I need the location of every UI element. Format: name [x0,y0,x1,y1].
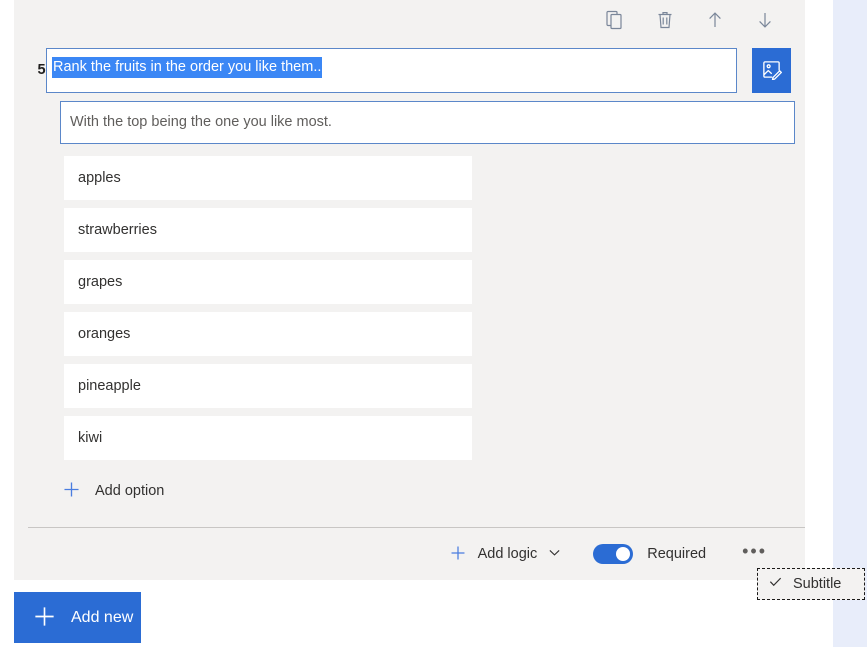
add-logic-button[interactable]: Add logic [449,544,562,565]
plus-icon [62,480,81,502]
option-row[interactable]: oranges [64,312,472,356]
option-row[interactable]: apples [64,156,472,200]
option-row[interactable]: pineapple [64,364,472,408]
add-option-button[interactable]: Add option [62,480,164,502]
required-toggle-group: Required [593,544,706,564]
options-list: apples strawberries grapes oranges pinea… [64,156,472,468]
right-side-panel [833,0,867,647]
option-label: apples [78,170,121,186]
question-footer: Add logic Required ••• [14,528,805,580]
question-subtitle-text: With the top being the one you like most… [70,114,332,130]
option-label: kiwi [78,430,103,446]
option-row[interactable]: kiwi [64,416,472,460]
question-toolbar [599,4,781,36]
toggle-knob [616,547,631,561]
trash-icon [656,10,674,30]
add-new-label: Add new [71,608,134,626]
forms-question-editor: 5. Rank the fruits in the order you like… [0,0,867,647]
copy-question-button[interactable] [599,4,631,36]
right-white-gutter [805,0,833,647]
move-question-down-button[interactable] [749,4,781,36]
insert-media-button[interactable] [752,48,791,93]
question-title-row: 5. Rank the fruits in the order you like… [14,48,805,96]
more-options-button[interactable]: ••• [742,542,773,561]
option-row[interactable]: strawberries [64,208,472,252]
add-logic-label: Add logic [477,546,538,562]
arrow-up-icon [706,10,724,30]
question-subtitle-input[interactable]: With the top being the one you like most… [60,101,795,144]
text-caret [349,57,350,78]
chevron-down-icon [548,546,561,562]
plus-icon [32,604,57,632]
question-title-input[interactable]: Rank the fruits in the order you like th… [46,48,737,93]
required-toggle[interactable] [593,544,634,564]
subtitle-menu-label: Subtitle [793,576,842,592]
arrow-down-icon [756,10,774,30]
option-label: oranges [78,326,131,342]
move-question-up-button[interactable] [699,4,731,36]
option-label: pineapple [78,378,141,394]
option-label: grapes [78,274,123,290]
add-new-question-button[interactable]: Add new [14,592,141,643]
copy-icon [606,10,624,30]
question-card: 5. Rank the fruits in the order you like… [14,0,805,580]
insert-image-icon [761,59,782,83]
check-icon [768,574,783,594]
required-label: Required [647,546,707,562]
add-option-label: Add option [95,483,165,499]
plus-icon [449,544,467,565]
delete-question-button[interactable] [649,4,681,36]
subtitle-menu-item[interactable]: Subtitle [757,568,865,600]
option-label: strawberries [78,222,157,238]
option-row[interactable]: grapes [64,260,472,304]
question-title-text: Rank the fruits in the order you like th… [52,57,323,78]
